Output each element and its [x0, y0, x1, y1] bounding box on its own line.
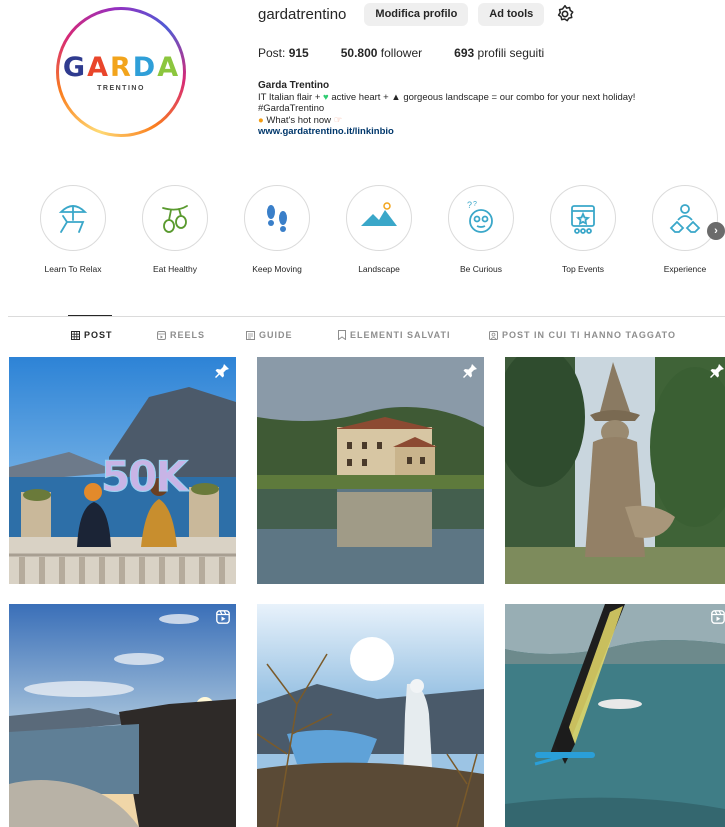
- story-highlights: Learn To Relax Eat Healthy Keep Moving L…: [22, 185, 725, 274]
- tab-tagged[interactable]: POST IN CUI TI HANNO TAGGATO: [489, 330, 676, 340]
- profile-header-row: gardatrentino Modifica profilo Ad tools: [258, 2, 576, 26]
- highlight-label: Top Events: [561, 264, 605, 274]
- tab-reels[interactable]: REELS: [157, 330, 205, 340]
- following-value: 693: [454, 46, 475, 60]
- highlight-label: Learn To Relax: [44, 264, 102, 274]
- mountain-icon: [346, 185, 412, 251]
- post-tile-3[interactable]: [505, 357, 725, 584]
- bookmark-icon: [338, 330, 346, 340]
- post-photo-madonna-statue: [257, 604, 484, 827]
- tab-guide-label: GUIDE: [259, 330, 293, 340]
- pointing-hand-icon: ☞: [333, 114, 343, 126]
- username: gardatrentino: [258, 5, 347, 23]
- post-tile-6[interactable]: [505, 604, 725, 827]
- tab-guide[interactable]: GUIDE: [246, 330, 293, 340]
- posts-label: Post:: [258, 46, 286, 60]
- olive-branch-icon: [142, 185, 208, 251]
- tab-saved-label: ELEMENTI SALVATI: [350, 330, 451, 340]
- post-photo-sunset-lake: [9, 604, 236, 827]
- profile-avatar[interactable]: G A R D A TRENTINO: [56, 7, 186, 137]
- green-heart-icon: ♥: [323, 91, 329, 103]
- tab-saved[interactable]: ELEMENTI SALVATI: [338, 330, 451, 340]
- highlight-eat-healthy[interactable]: Eat Healthy: [124, 185, 226, 274]
- followers-count[interactable]: 50.800 follower: [341, 46, 422, 60]
- logo-subtitle: TRENTINO: [97, 85, 145, 92]
- following-count[interactable]: 693 profili seguiti: [454, 46, 544, 60]
- reels-icon: [157, 330, 166, 340]
- edit-profile-button[interactable]: Modifica profilo: [364, 2, 469, 26]
- bio-line-1-b: active heart +: [331, 91, 389, 103]
- tab-tagged-label: POST IN CUI TI HANNO TAGGATO: [502, 330, 676, 340]
- tabs-divider: [8, 316, 725, 317]
- reel-icon: [216, 610, 230, 627]
- post-tile-1[interactable]: 50K: [9, 357, 236, 584]
- svg-text:?: ?: [473, 201, 477, 208]
- active-tab-indicator: [68, 315, 112, 316]
- bio-link[interactable]: www.gardatrentino.it/linkinbio: [258, 126, 718, 138]
- logo-letter: A: [157, 52, 180, 83]
- reel-icon: [711, 610, 725, 627]
- highlight-label: Landscape: [358, 264, 400, 274]
- following-label: profili seguiti: [477, 46, 545, 60]
- profile-stats: Post: 915 50.800 follower 693 profili se…: [258, 46, 544, 60]
- highlight-label: Be Curious: [459, 264, 503, 274]
- post-tile-4[interactable]: [9, 604, 236, 827]
- fire-icon: ●: [258, 114, 264, 126]
- bio-name: Garda Trentino: [258, 80, 330, 91]
- calendar-event-icon: [550, 185, 616, 251]
- bio-line-1-c: gorgeous landscape = our combo for your …: [403, 91, 636, 103]
- logo-letter: A: [87, 52, 109, 83]
- highlight-keep-moving[interactable]: Keep Moving: [226, 185, 328, 274]
- bio-hashtag[interactable]: #GardaTrentino: [258, 103, 718, 115]
- post-photo-windsurfer: [505, 604, 725, 827]
- post-photo-witch-sculpture: [505, 357, 725, 584]
- beach-chair-icon: [40, 185, 106, 251]
- highlight-label: Keep Moving: [252, 264, 302, 274]
- footprints-icon: [244, 185, 310, 251]
- profile-bio: Garda Trentino IT Italian flair + ♥ acti…: [258, 80, 718, 138]
- highlight-top-events[interactable]: Top Events: [532, 185, 634, 274]
- avatar-logo: G A R D A TRENTINO: [59, 10, 183, 134]
- pin-icon: [462, 363, 478, 382]
- post-tile-5[interactable]: [257, 604, 484, 827]
- followers-label: follower: [380, 46, 423, 60]
- guide-icon: [246, 330, 255, 340]
- highlight-be-curious[interactable]: ?? Be Curious: [430, 185, 532, 274]
- logo-letter: D: [132, 52, 157, 83]
- pin-icon: [709, 363, 725, 382]
- bio-line-3-text: What's hot now: [266, 114, 332, 126]
- post-photo-castle: [257, 357, 484, 584]
- curious-face-icon: ??: [448, 185, 514, 251]
- logo-wordmark: G A R D A: [63, 52, 179, 83]
- ad-tools-button[interactable]: Ad tools: [478, 2, 545, 26]
- highlight-label: Eat Healthy: [153, 264, 197, 274]
- post-1-balloon-text: 50K: [101, 452, 189, 502]
- bio-line-1-a: IT Italian flair +: [258, 91, 321, 103]
- tab-post-label: POST: [84, 330, 113, 340]
- profile-tabs: POST REELS GUIDE ELEMENTI SALVATI POST I…: [0, 330, 725, 344]
- svg-text:?: ?: [467, 200, 472, 210]
- post-tile-2[interactable]: [257, 357, 484, 584]
- followers-value: 50.800: [340, 46, 378, 60]
- people-group-icon: [652, 185, 718, 251]
- bio-line-1: IT Italian flair + ♥ active heart + ▲ go…: [258, 92, 718, 104]
- highlights-next-arrow-icon[interactable]: ›: [707, 222, 725, 240]
- tab-post[interactable]: POST: [71, 330, 113, 340]
- logo-letter: R: [109, 52, 132, 83]
- highlight-landscape[interactable]: Landscape: [328, 185, 430, 274]
- grid-icon: [71, 330, 80, 340]
- tab-reels-label: REELS: [170, 330, 206, 340]
- highlight-learn-to-relax[interactable]: Learn To Relax: [22, 185, 124, 274]
- highlight-label: Experience: [663, 264, 707, 274]
- mountain-triangle-icon: ▲: [391, 91, 401, 103]
- settings-gear-icon[interactable]: [554, 3, 576, 25]
- bio-line-3: ● What's hot now ☞: [258, 115, 718, 127]
- tagged-person-icon: [489, 330, 498, 340]
- logo-letter: G: [62, 52, 87, 83]
- posts-value: 915: [288, 46, 309, 60]
- posts-count: Post: 915: [258, 46, 309, 60]
- pin-icon: [214, 363, 230, 382]
